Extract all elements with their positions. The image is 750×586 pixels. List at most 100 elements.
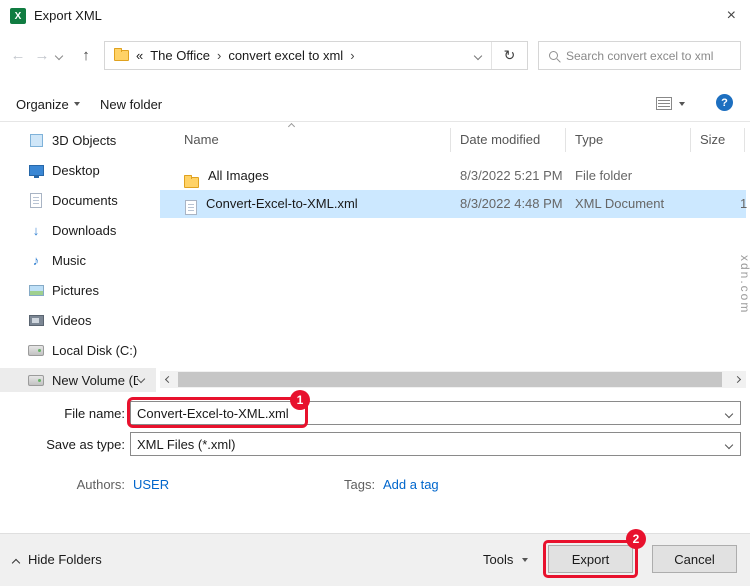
sidebar-item-documents[interactable]: Documents <box>0 186 156 214</box>
breadcrumb-item[interactable]: The Office <box>150 48 210 63</box>
cancel-button[interactable]: Cancel <box>652 545 737 573</box>
column-header-type[interactable]: Type <box>575 126 603 154</box>
save-as-type-value: XML Files (*.xml) <box>137 436 236 452</box>
sidebar-item-downloads[interactable]: ↓ Downloads <box>0 216 156 244</box>
file-name: All Images <box>208 168 269 183</box>
sidebar-item-desktop[interactable]: Desktop <box>0 156 156 184</box>
file-date-modified: 8/3/2022 4:48 PM <box>460 196 563 211</box>
search-icon <box>549 51 558 60</box>
file-name-input[interactable] <box>137 405 716 421</box>
sidebar-item-label: Videos <box>52 312 92 328</box>
refresh-icon[interactable]: ↻ <box>492 42 527 69</box>
save-as-type-dropdown-icon[interactable] <box>724 440 734 450</box>
sidebar-item-label: Local Disk (C:) <box>52 342 138 358</box>
tools-button[interactable]: Tools <box>483 551 513 569</box>
column-divider[interactable] <box>565 128 566 152</box>
footer-bar <box>0 533 750 586</box>
breadcrumb-separator: › <box>216 48 222 63</box>
help-icon[interactable]: ? <box>716 94 733 111</box>
folder-icon <box>184 175 199 188</box>
local-disk-icon <box>28 344 44 356</box>
pictures-icon <box>28 284 44 296</box>
column-divider[interactable] <box>744 128 745 152</box>
file-row-all-images[interactable]: All Images 8/3/2022 5:21 PM File folder <box>160 162 746 190</box>
export-xml-dialog: X Export XML × ← → ↑ « The Office › conv… <box>0 0 750 586</box>
column-divider[interactable] <box>450 128 451 152</box>
forward-icon[interactable]: → <box>30 44 54 68</box>
file-row-convert-excel-to-xml[interactable]: Convert-Excel-to-XML.xml 8/3/2022 4:48 P… <box>160 190 748 218</box>
address-dropdown-icon[interactable] <box>473 51 483 60</box>
save-as-type-combobox[interactable]: XML Files (*.xml) <box>130 432 741 456</box>
authors-value-link[interactable]: USER <box>133 475 169 495</box>
file-name: Convert-Excel-to-XML.xml <box>206 196 358 211</box>
column-header-size[interactable]: Size <box>700 126 725 154</box>
titlebar: X Export XML × <box>0 0 750 32</box>
hide-folders-button[interactable]: Hide Folders <box>28 551 102 569</box>
sidebar-item-pictures[interactable]: Pictures <box>0 276 156 304</box>
view-options-caret-icon[interactable] <box>679 102 685 106</box>
organize-caret-icon <box>73 102 80 106</box>
downloads-icon: ↓ <box>32 222 40 238</box>
file-type: XML Document <box>575 196 665 211</box>
excel-icon: X <box>10 8 26 24</box>
new-folder-button[interactable]: New folder <box>100 95 162 113</box>
save-as-type-label: Save as type: <box>46 437 125 452</box>
scroll-left-icon[interactable] <box>160 371 177 388</box>
new-folder-label: New folder <box>100 96 163 112</box>
tags-label: Tags: <box>344 477 376 492</box>
organize-button[interactable]: Organize <box>16 95 80 113</box>
column-header-name[interactable]: Name <box>184 126 219 154</box>
horizontal-scrollbar <box>160 371 746 388</box>
export-button[interactable]: Export <box>548 545 633 573</box>
sidebar-item-music[interactable]: ♪ Music <box>0 246 156 274</box>
sidebar-item-new-volume-d[interactable]: New Volume (D: <box>0 368 156 392</box>
scrollbar-thumb[interactable] <box>178 372 722 387</box>
sidebar-item-label: Downloads <box>52 222 117 238</box>
new-volume-icon <box>28 374 44 386</box>
sidebar-item-label: New Volume (D: <box>52 372 138 388</box>
sidebar-item-3d-objects[interactable]: 3D Objects <box>0 126 156 154</box>
sidebar-item-label: Music <box>52 252 86 268</box>
history-chevron-icon[interactable] <box>54 51 64 61</box>
breadcrumb-folder-icon <box>114 48 129 61</box>
authors-label: Authors: <box>76 477 125 492</box>
column-header-date-modified[interactable]: Date modified <box>460 126 540 154</box>
file-name-dropdown-icon[interactable] <box>724 409 734 419</box>
sidebar-item-label: Desktop <box>52 162 100 178</box>
file-type: File folder <box>575 168 633 183</box>
breadcrumb-item[interactable]: convert excel to xml <box>228 48 343 63</box>
sidebar-item-label: Documents <box>52 192 118 208</box>
up-icon[interactable]: ↑ <box>74 44 98 68</box>
videos-icon <box>28 314 44 326</box>
back-icon[interactable]: ← <box>6 44 30 68</box>
window-title: Export XML <box>34 8 102 23</box>
add-a-tag-link[interactable]: Add a tag <box>383 475 439 495</box>
sidebar-item-local-disk-c[interactable]: Local Disk (C:) <box>0 336 156 364</box>
scroll-right-icon[interactable] <box>729 371 746 388</box>
column-divider[interactable] <box>690 128 691 152</box>
file-size: 1 <box>740 196 748 211</box>
watermark-text: xdn.com <box>738 255 750 315</box>
file-name-combobox[interactable] <box>130 401 741 425</box>
sidebar-item-label: 3D Objects <box>52 132 117 148</box>
3d-objects-icon <box>29 133 43 147</box>
tools-caret-icon[interactable] <box>522 558 528 562</box>
view-options-icon[interactable] <box>656 97 672 110</box>
file-date-modified: 8/3/2022 5:21 PM <box>460 168 563 183</box>
documents-icon <box>30 192 42 208</box>
sort-ascending-icon <box>287 122 296 131</box>
desktop-icon <box>28 164 44 178</box>
close-icon[interactable]: × <box>727 0 736 32</box>
breadcrumb: « The Office › convert excel to xml › <box>105 42 491 69</box>
sidebar-item-videos[interactable]: Videos <box>0 306 156 334</box>
breadcrumb-prefix: « <box>136 48 144 63</box>
address-bar: « The Office › convert excel to xml › ↻ <box>104 41 528 70</box>
sidebar-item-label: Pictures <box>52 282 99 298</box>
search-box <box>538 41 741 70</box>
search-input[interactable] <box>566 48 740 63</box>
toolbar-divider <box>0 121 750 122</box>
music-icon: ♪ <box>32 252 40 268</box>
breadcrumb-separator: › <box>350 48 355 63</box>
xml-file-icon <box>185 200 197 215</box>
organize-label: Organize <box>16 96 69 112</box>
